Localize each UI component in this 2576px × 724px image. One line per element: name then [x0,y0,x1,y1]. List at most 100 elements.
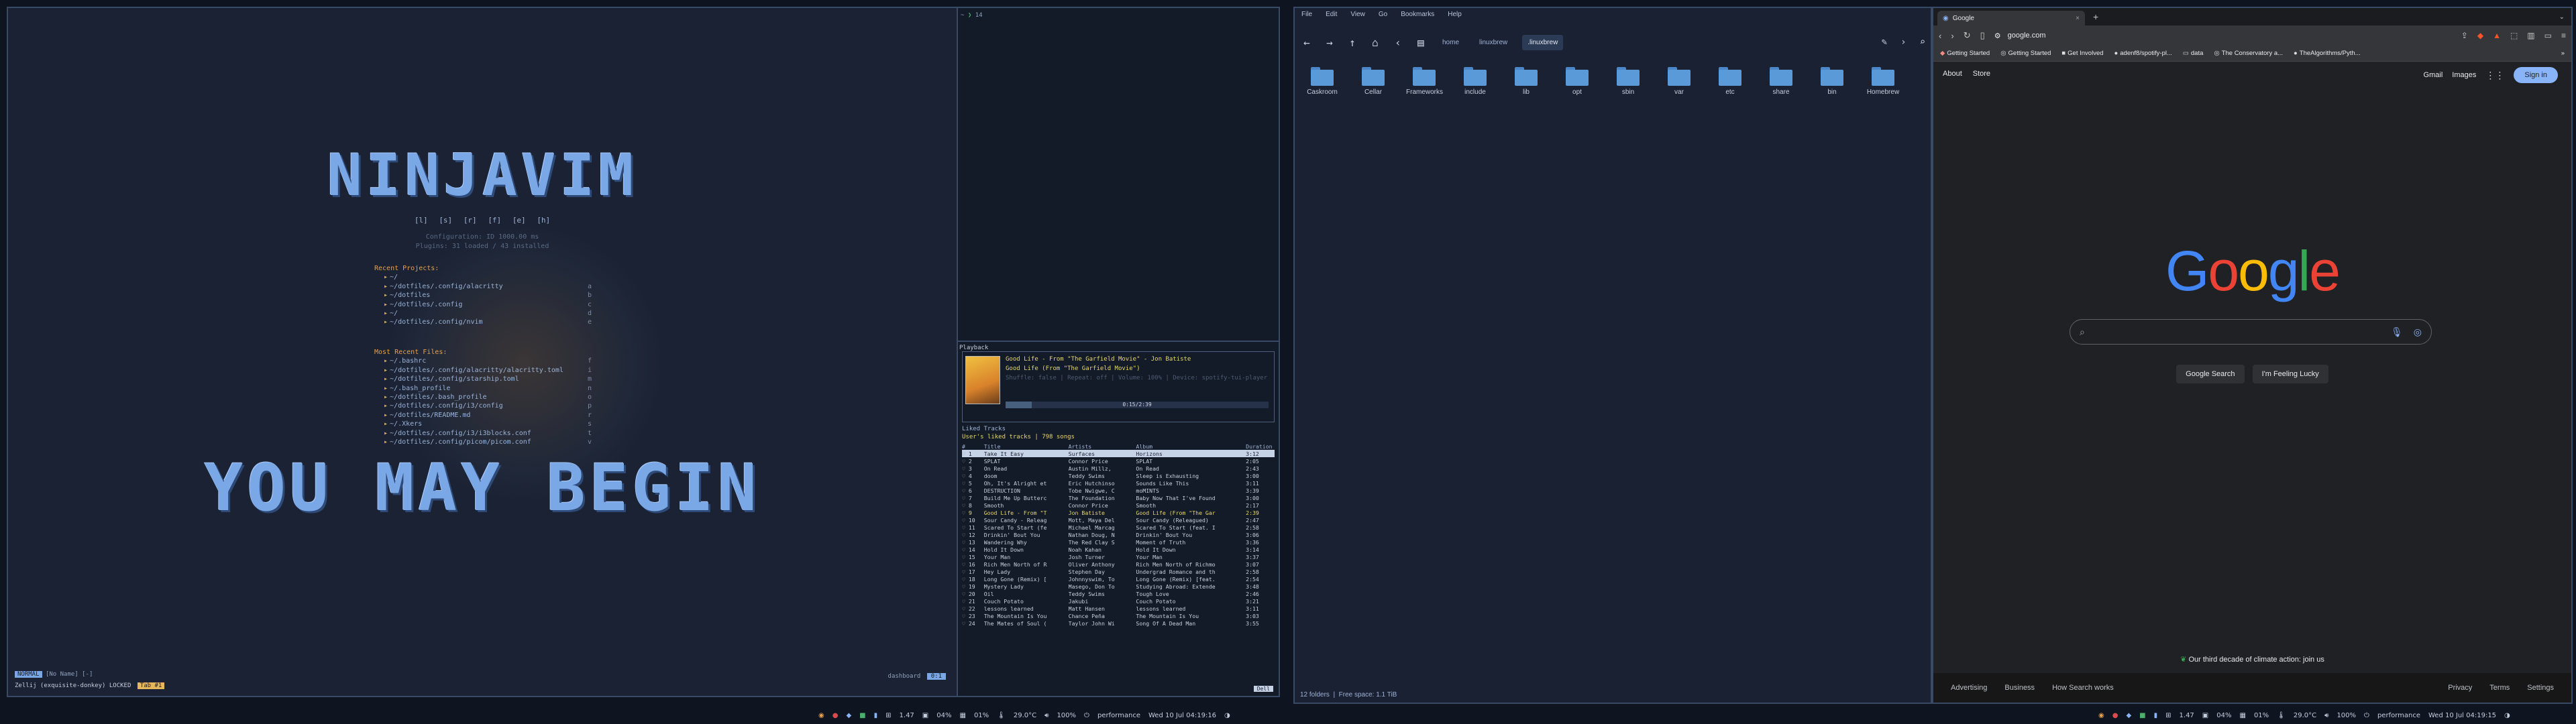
url-text[interactable]: google.com [2008,32,2046,40]
workspace-4-icon[interactable]: ■ [2139,712,2145,719]
heart-icon[interactable]: ♡ [962,532,965,538]
list-item[interactable]: ▸ ~/dotfiles/.bash_profile o [384,393,592,402]
shortcut-2[interactable]: [s] [439,216,452,225]
folder-item[interactable]: opt [1559,67,1595,96]
crumb-linuxbrew[interactable]: linuxbrew [1474,35,1513,50]
heart-icon[interactable]: ♡ [962,487,965,494]
list-item[interactable]: ▸ ~/dotfiles/.config/i3/config p [384,402,592,410]
track-row[interactable]: ♡ 22 lessons learned Matt Hansen lessons le… [962,605,1275,612]
how-search-works-link[interactable]: How Search works [2052,684,2114,692]
track-row[interactable]: ♡ 14 Hold It Down Noah Kahan Hold It Down 3:… [962,546,1275,553]
omnibox[interactable]: ⚙ google.com [1994,28,2452,43]
heart-icon[interactable]: ♡ [962,591,965,597]
google-search-button[interactable]: Google Search [2176,365,2245,383]
path-left-icon[interactable]: ‹ [1391,36,1405,49]
col-index[interactable]: # [962,442,984,450]
track-row[interactable]: ♡ 23 The Mountain Is You Chance Peña The Mo… [962,612,1275,619]
heart-icon[interactable]: ♡ [962,598,965,605]
reload-icon[interactable]: ↻ [1964,30,1971,41]
search-icon[interactable]: ⌕ [1920,37,1925,48]
crumb-home[interactable]: home [1437,35,1464,50]
tab-search-icon[interactable]: ⌄ [2559,13,2565,21]
menu-go[interactable]: Go [1379,11,1387,20]
list-item[interactable]: ▸ ~/dotfiles b [384,291,592,300]
heart-icon[interactable]: ♡ [962,495,965,501]
folder-item[interactable]: etc [1712,67,1748,96]
list-item[interactable]: ▸ ~/dotfiles/.config c [384,300,592,309]
bookmark-icon[interactable]: ▯ [1980,30,1985,41]
workspace-2-icon[interactable]: ● [833,712,839,719]
up-icon[interactable]: ↑ [1346,36,1359,49]
list-item[interactable]: ▸ ~/ [384,273,592,282]
spotify-tui-pane[interactable]: Playback Good Life - From "The Garfield … [958,342,1280,697]
heart-icon[interactable]: ♡ [962,583,965,590]
sign-in-button[interactable]: Sign in [2514,67,2558,83]
folder-item[interactable]: var [1661,67,1697,96]
workspace-4-icon[interactable]: ■ [859,712,865,719]
back-icon[interactable]: ← [1300,36,1313,49]
bookmarks-overflow-icon[interactable]: » [2561,50,2565,57]
progress-bar[interactable]: 0:15/2:39 [1006,402,1269,408]
workspace-5-icon[interactable]: ▮ [874,712,878,719]
heart-icon[interactable]: ♡ [962,546,965,553]
track-row[interactable]: ♡ 17 Hey Lady Stephen Day Undergrad Romance… [962,568,1275,575]
bookmark-6[interactable]: ● TheAlgorithms/Pyth... [2294,50,2361,57]
home-icon[interactable]: ⌂ [1368,36,1382,49]
apps-grid-icon[interactable]: ⋮⋮ [2485,70,2504,81]
folder-item[interactable]: Caskroom [1304,67,1340,96]
forward-icon[interactable]: › [1951,31,1953,41]
track-row[interactable]: ♡ 2 SPLAT Connor Price SPLAT 2:05 [962,457,1275,465]
tray-icon[interactable]: ◑ [2504,712,2510,719]
heart-icon[interactable]: ♡ [962,554,965,560]
about-link[interactable]: About [1943,70,1962,78]
workspace-1-icon[interactable]: ◉ [2098,712,2104,719]
brave-shield-icon[interactable]: ◆ [2477,31,2483,40]
bookmark-2[interactable]: ■ Get Involved [2061,50,2103,57]
store-link[interactable]: Store [1973,70,1990,78]
track-row[interactable]: ♡ 6 DESTRUCTION Tobe Nwigwe, C moMINTS 3:39 [962,487,1275,494]
heart-icon[interactable]: ♡ [962,605,965,612]
extensions-icon[interactable]: ⬚ [2510,31,2518,40]
col-duration[interactable]: Duration [1246,442,1275,450]
workspace-3-icon[interactable]: ◆ [2126,712,2131,719]
menu-edit[interactable]: Edit [1326,11,1337,20]
wallet-icon[interactable]: ▭ [2544,31,2552,40]
heart-icon[interactable]: ♡ [962,517,965,524]
shortcut-4[interactable]: [f] [488,216,501,225]
shortcut-5[interactable]: [e] [513,216,526,225]
workspace-2-icon[interactable]: ● [2112,712,2118,719]
col-album[interactable]: Album [1136,442,1246,450]
track-row[interactable]: ♡ 20 Oil Teddy Swims Tough Love 2:46 [962,590,1275,597]
track-row[interactable]: ♡ 11 Scared To Start (fe Michael Marcag Sca… [962,524,1275,531]
heart-icon[interactable]: ♡ [962,539,965,546]
bookmark-0[interactable]: ◆ Getting Started [1940,50,1990,57]
gmail-link[interactable]: Gmail [2424,71,2443,79]
col-artists[interactable]: Artists [1069,442,1136,450]
heart-icon[interactable]: ♡ [962,450,965,457]
list-item[interactable]: ▸ ~/dotfiles/README.md r [384,411,592,420]
heart-icon[interactable]: ♡ [962,473,965,479]
folder-item[interactable]: share [1763,67,1799,96]
drive-icon[interactable]: ▤ [1414,36,1428,49]
track-row[interactable]: ♡ 8 Smooth Connor Price Smooth 2:17 [962,501,1275,509]
advertising-link[interactable]: Advertising [1951,684,1987,692]
shortcut-1[interactable]: [l] [415,216,428,225]
folder-item[interactable]: sbin [1610,67,1646,96]
edit-path-icon[interactable]: ✎ [1882,37,1887,48]
settings-link[interactable]: Settings [2527,684,2554,692]
bookmark-3[interactable]: ● adenf8/spotify-pl... [2114,50,2172,57]
track-row[interactable]: ♡ 10 Sour Candy - Releag Mott, Maya Del Sou… [962,516,1275,524]
terminal-pane[interactable]: ~ ❯ 14 [958,7,1280,342]
list-item[interactable]: ▸ ~/.Xkers s [384,420,592,428]
list-item[interactable]: ▸ ~/dotfiles/.config/alacritty a [384,282,592,291]
track-row[interactable]: ♡ 3 On Read Austin Millz, On Read 2:43 [962,465,1275,472]
business-link[interactable]: Business [2004,684,2035,692]
forward-icon[interactable]: → [1323,36,1336,49]
bookmark-1[interactable]: ◎ Getting Started [2000,50,2051,57]
list-item[interactable]: ▸ ~/dotfiles/.config/starship.toml m [384,375,592,383]
tab-google[interactable]: ◉ Google × [1937,11,2085,25]
track-row[interactable]: ♡ 4 doom Teddy Swims Sleep is Exhausting 3:0… [962,472,1275,479]
heart-icon[interactable]: ♡ [962,465,965,472]
site-info-icon[interactable]: ⚙ [1994,32,2001,40]
climate-text[interactable]: Our third decade of climate action: join… [2188,656,2324,664]
